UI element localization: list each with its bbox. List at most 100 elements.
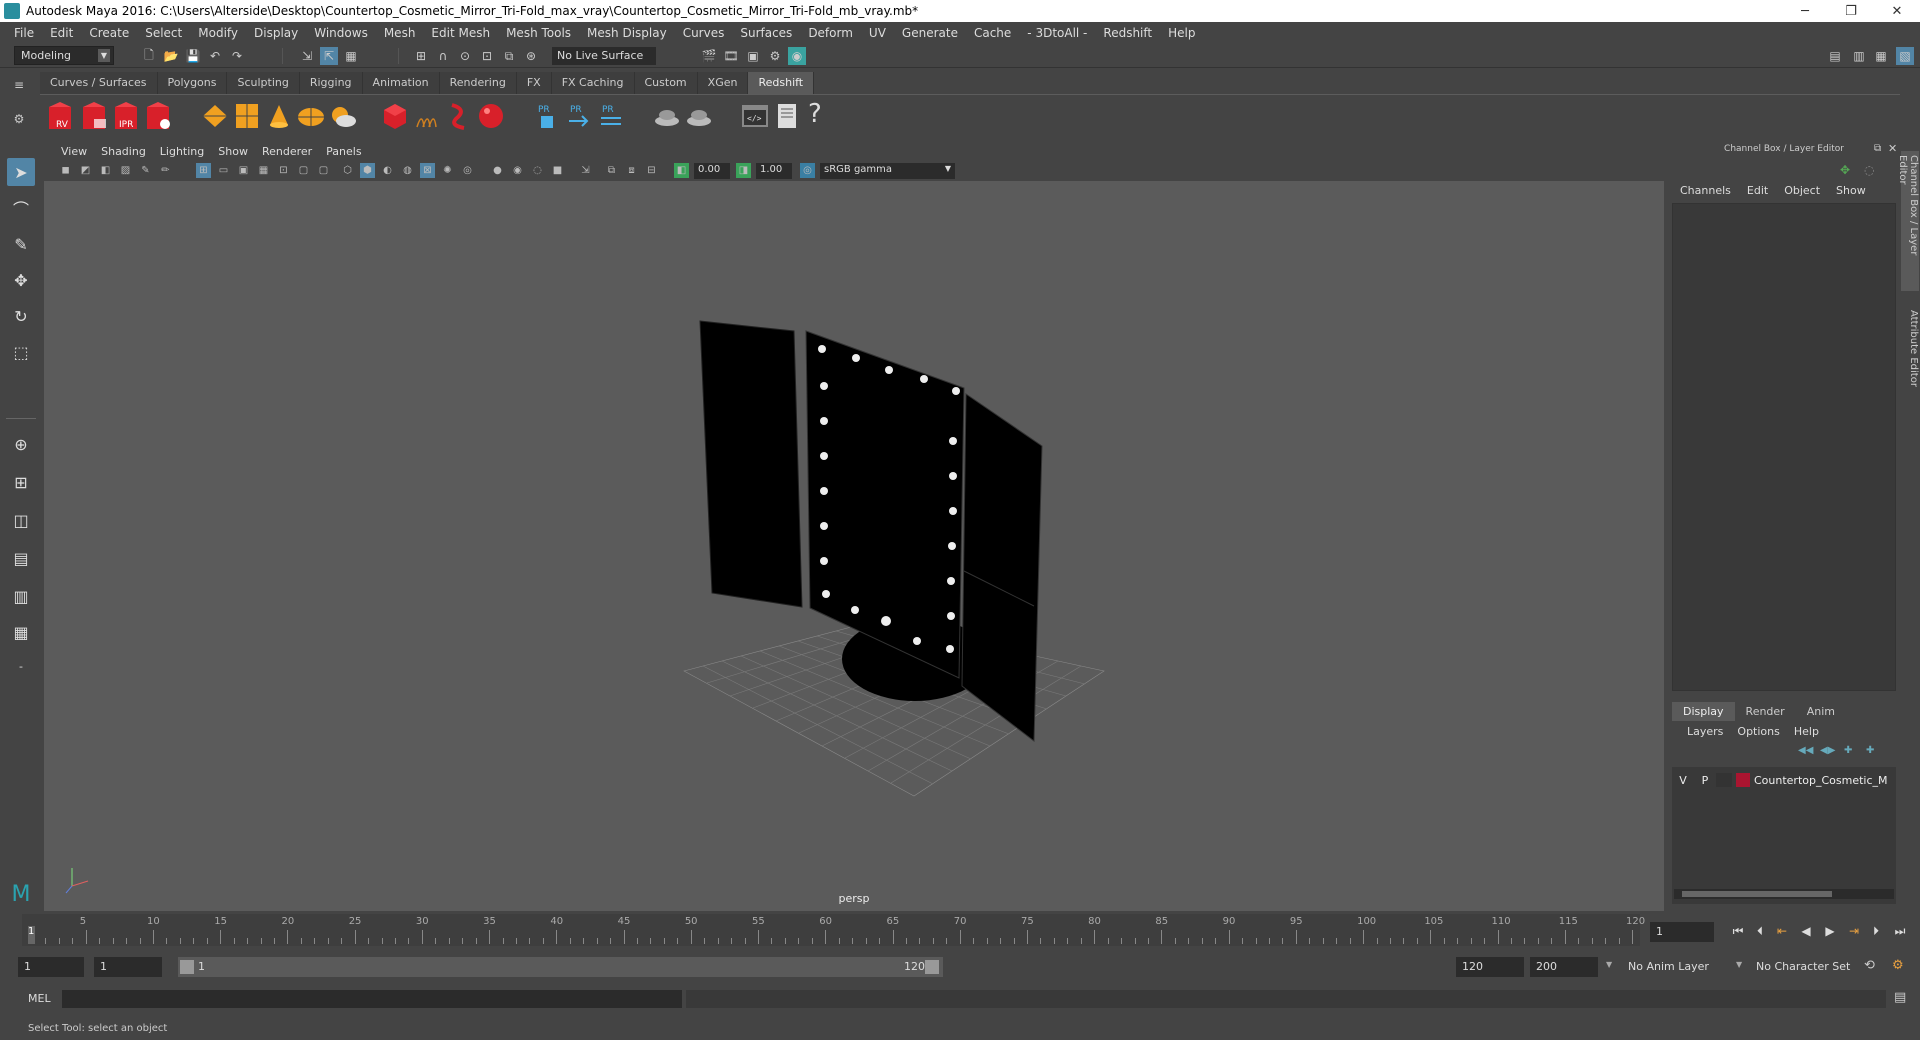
snap-surface-icon[interactable]: ⧉ (500, 47, 518, 65)
shadows-icon[interactable]: ◎ (460, 163, 475, 178)
lights-icon[interactable]: ✺ (440, 163, 455, 178)
redshift-dome-light-icon[interactable] (296, 101, 326, 131)
shelf-tab-animation[interactable]: Animation (362, 72, 440, 94)
ipr-render-icon[interactable]: ▣ (744, 47, 762, 65)
new-scene-icon[interactable]: 🗋 (140, 47, 158, 65)
wireframe-icon[interactable]: ⬡ (340, 163, 355, 178)
script-editor-icon[interactable]: ▤ (1894, 990, 1906, 1005)
resolution-gate-icon[interactable]: ▣ (236, 163, 251, 178)
range-slider[interactable]: 1 120 (178, 957, 943, 977)
playback-start-field[interactable]: 1 (94, 957, 162, 977)
chevron-down-icon[interactable]: ▼ (1606, 960, 1612, 969)
step-back-key-icon[interactable]: ⇤ (1772, 922, 1792, 940)
hypershade-icon[interactable]: ◉ (788, 47, 806, 65)
menu-cache[interactable]: Cache (966, 26, 1019, 40)
menu-generate[interactable]: Generate (894, 26, 966, 40)
menu-edit-mesh[interactable]: Edit Mesh (423, 26, 498, 40)
menu-file[interactable]: File (6, 26, 42, 40)
redshift-material-ball-icon[interactable] (476, 101, 506, 131)
redshift-bake-set-icon[interactable] (684, 101, 714, 131)
layer-playback-toggle[interactable]: P (1694, 774, 1716, 787)
layer-name[interactable]: Countertop_Cosmetic_M (1754, 774, 1888, 787)
redshift-pr-import-icon[interactable]: PR (596, 101, 626, 131)
new-layer-selected-icon[interactable]: ✚ (1844, 745, 1852, 756)
menu-mesh-display[interactable]: Mesh Display (579, 26, 675, 40)
select-component-icon[interactable]: ▦ (342, 47, 360, 65)
go-to-start-icon[interactable]: ⏮ (1728, 922, 1748, 940)
layer-menu-help[interactable]: Help (1787, 725, 1826, 738)
layer-move-up-icon[interactable]: ◀◀ (1798, 745, 1813, 756)
channel-menu-edit[interactable]: Edit (1739, 184, 1776, 197)
rotate-tool-icon[interactable]: ↻ (7, 302, 35, 330)
animation-preferences-icon[interactable]: ⚙ (1892, 958, 1904, 973)
open-scene-icon[interactable]: 📂 (162, 47, 180, 65)
log-icon[interactable] (772, 101, 802, 131)
snap-curve-icon[interactable]: ∩ (434, 47, 452, 65)
redshift-hair-icon[interactable] (412, 101, 442, 131)
shelf-tab-fx[interactable]: FX (516, 72, 552, 94)
viewport-menu-view[interactable]: View (54, 145, 94, 158)
shelf-tab-custom[interactable]: Custom (634, 72, 698, 94)
menu-mesh-tools[interactable]: Mesh Tools (498, 26, 579, 40)
xray-joints-icon[interactable]: ⧈ (624, 163, 639, 178)
shelf-tab-redshift[interactable]: Redshift (748, 72, 815, 94)
menu-uv[interactable]: UV (861, 26, 894, 40)
menu-mesh[interactable]: Mesh (376, 26, 424, 40)
isolate-select-icon[interactable]: ⇲ (578, 163, 593, 178)
layer-menu-layers[interactable]: Layers (1680, 725, 1730, 738)
layer-tab-anim[interactable]: Anim (1796, 702, 1846, 721)
minimize-button[interactable]: ─ (1782, 0, 1828, 22)
menu-windows[interactable]: Windows (306, 26, 376, 40)
menu-modify[interactable]: Modify (190, 26, 246, 40)
chevron-down-icon[interactable]: ▼ (1736, 960, 1742, 969)
redshift-sun-sky-icon[interactable] (328, 101, 358, 131)
redshift-bake-icon[interactable] (652, 101, 682, 131)
workspace-icon[interactable]: ▤ (1826, 47, 1844, 65)
field-chart-icon[interactable]: ⊡ (276, 163, 291, 178)
layout-icon[interactable]: ▥ (1850, 47, 1868, 65)
paint-select-tool-icon[interactable]: ✎ (7, 230, 35, 258)
viewport-menu-shading[interactable]: Shading (94, 145, 153, 158)
step-back-frame-icon[interactable]: ⏴ (1750, 922, 1770, 940)
channel-box-body[interactable] (1672, 203, 1896, 691)
render-frame-icon[interactable]: 🎬 (700, 47, 718, 65)
xray-components-icon[interactable]: ⊟ (644, 163, 659, 178)
menu-create[interactable]: Create (81, 26, 137, 40)
grease-pencil-icon[interactable]: ✏ (158, 163, 173, 178)
exposure-field[interactable]: 0.00 (694, 163, 730, 179)
four-view-layout-icon[interactable]: ⊞ (7, 468, 35, 496)
channel-box-option-icon[interactable]: ✥ (1840, 163, 1850, 177)
perspective-viewport[interactable]: persp (44, 181, 1664, 911)
redshift-curve-icon[interactable] (444, 101, 474, 131)
redshift-pr-export-icon[interactable]: PR (564, 101, 594, 131)
snap-view-icon[interactable]: ⊡ (478, 47, 496, 65)
redshift-render-icon[interactable] (80, 101, 110, 131)
exposure-icon[interactable]: ◧ (674, 163, 689, 178)
redshift-pr-object-icon[interactable]: PR (532, 101, 562, 131)
scale-tool-icon[interactable]: ⬚ (7, 338, 35, 366)
range-end-handle[interactable] (925, 960, 939, 974)
default-material-icon[interactable]: ◍ (400, 163, 415, 178)
grid-icon[interactable]: ⊞ (196, 163, 211, 178)
channel-menu-show[interactable]: Show (1828, 184, 1874, 197)
bookmark-icon[interactable]: ◧ (98, 163, 113, 178)
shelf-tab-rendering[interactable]: Rendering (439, 72, 517, 94)
new-layer-icon[interactable]: ✚ (1866, 745, 1874, 756)
color-space-dropdown[interactable]: sRGB gamma ▼ (820, 163, 955, 179)
gate-mask-icon[interactable]: ▦ (256, 163, 271, 178)
auto-key-icon[interactable]: ⟲ (1864, 958, 1875, 973)
layer-scrollbar[interactable] (1674, 889, 1894, 899)
layer-move-down-icon[interactable]: ◀▶ (1820, 745, 1835, 756)
graph-editor-layout-icon[interactable]: ▥ (7, 582, 35, 610)
snap-grid-icon[interactable]: ⊞ (412, 47, 430, 65)
animation-end-field[interactable]: 200 (1530, 957, 1598, 977)
step-forward-key-icon[interactable]: ⇥ (1844, 922, 1864, 940)
shelf-tab-fx-caching[interactable]: FX Caching (551, 72, 635, 94)
attribute-toggle-icon[interactable]: ▧ (1896, 47, 1914, 65)
playback-end-field[interactable]: 120 (1456, 957, 1524, 977)
toolbox-more-icon[interactable]: - (7, 652, 35, 680)
render-settings-icon[interactable]: ⚙ (766, 47, 784, 65)
step-forward-frame-icon[interactable]: ⏵ (1866, 922, 1886, 940)
film-gate-icon[interactable]: ▭ (216, 163, 231, 178)
shelf-tab-rigging[interactable]: Rigging (299, 72, 363, 94)
